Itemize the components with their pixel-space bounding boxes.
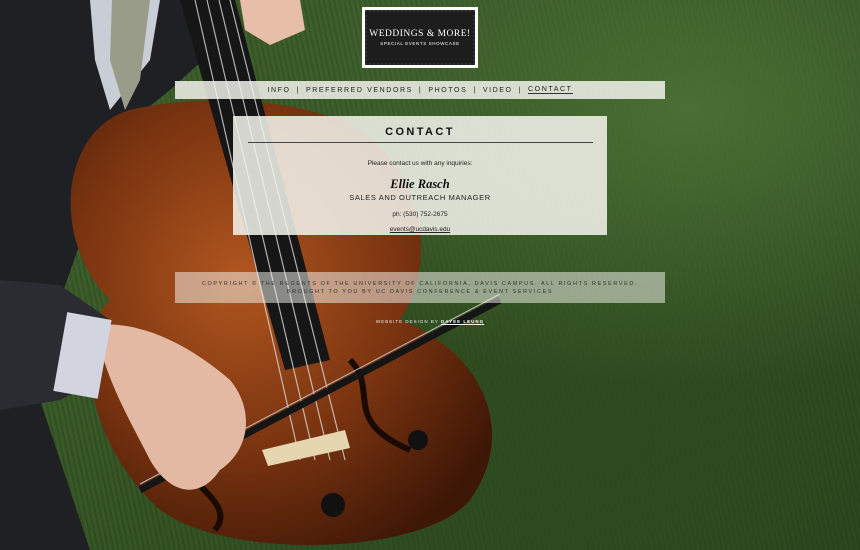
title-divider <box>247 142 593 143</box>
nav-separator: | <box>296 86 300 94</box>
nav-separator: | <box>518 86 523 94</box>
nav-item-contact[interactable]: CONTACT <box>528 86 573 94</box>
contact-phone: ph: (530) 752-2675 <box>392 211 448 218</box>
contact-panel: CONTACT Please contact us with any inqui… <box>233 116 607 235</box>
design-credit: WEBSITE DESIGN BY DAYEE LEUNG <box>0 319 860 324</box>
logo-frame: WEDDINGS & MORE! SPECIAL EVENTS SHOWCASE <box>365 10 475 65</box>
brought-by-text: BROUGHT TO YOU BY UC DAVIS CONFERENCE & … <box>286 288 554 295</box>
logo-title: WEDDINGS & MORE! <box>369 29 471 39</box>
contact-name: Ellie Rasch <box>390 177 450 191</box>
logo-subtitle: SPECIAL EVENTS SHOWCASE <box>380 41 460 46</box>
footer: COPYRIGHT © THE REGENTS OF THE UNIVERSIT… <box>175 272 665 303</box>
site-logo[interactable]: WEDDINGS & MORE! SPECIAL EVENTS SHOWCASE <box>362 7 478 68</box>
main-nav: INFO | PREFERRED VENDORS | PHOTOS | VIDE… <box>175 81 665 99</box>
contact-email-link[interactable]: events@ucdavis.edu <box>390 226 450 233</box>
designer-link[interactable]: DAYEE LEUNG <box>441 319 484 324</box>
credit-prefix: WEBSITE DESIGN BY <box>375 319 439 324</box>
nav-separator: | <box>418 86 423 94</box>
nav-item-info[interactable]: INFO <box>267 87 290 94</box>
nav-item-video[interactable]: VIDEO <box>483 87 513 94</box>
nav-item-photos[interactable]: PHOTOS <box>428 87 467 94</box>
contact-intro: Please contact us with any inquiries: <box>367 160 473 167</box>
left-hand <box>240 0 305 45</box>
nav-item-preferred-vendors[interactable]: PREFERRED VENDORS <box>306 87 413 94</box>
nav-separator: | <box>473 86 477 94</box>
copyright-text: COPYRIGHT © THE REGENTS OF THE UNIVERSIT… <box>201 280 639 287</box>
contact-role: SALES AND OUTREACH MANAGER <box>349 193 491 202</box>
page-title: CONTACT <box>385 126 455 138</box>
